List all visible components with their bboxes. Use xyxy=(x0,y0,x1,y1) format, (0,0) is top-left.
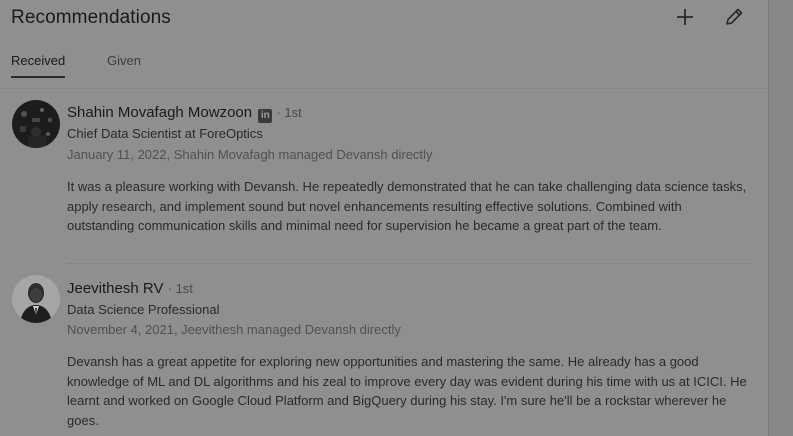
card-header: Recommendations xyxy=(11,4,756,34)
recommender-name-row: Jeevithesh RV · 1st xyxy=(67,280,193,297)
recommender-name-row: Shahin Movafagh Mowzoon in · 1st xyxy=(67,104,302,123)
divider xyxy=(67,263,752,264)
avatar[interactable] xyxy=(12,275,60,323)
connection-degree: · 1st xyxy=(167,281,193,296)
page-gutter xyxy=(769,0,793,436)
recommendations-card: Recommendations Received Given Shahin Mo… xyxy=(0,0,769,436)
linkedin-badge-icon: in xyxy=(258,109,273,123)
recommendation-tabs: Received Given xyxy=(0,44,768,89)
recommender-headline: Data Science Professional xyxy=(67,302,220,317)
recommendation-meta: January 11, 2022, Shahin Movafagh manage… xyxy=(67,147,433,162)
avatar-image xyxy=(12,100,60,148)
tab-received[interactable]: Received xyxy=(11,44,66,78)
tab-given[interactable]: Given xyxy=(107,44,141,87)
edit-recommendations-button[interactable] xyxy=(721,4,747,30)
recommendation-meta: November 4, 2021, Jeevithesh managed Dev… xyxy=(67,322,401,337)
avatar-image xyxy=(12,275,60,323)
connection-degree: · 1st xyxy=(276,105,302,120)
add-recommendation-button[interactable] xyxy=(672,4,698,30)
plus-icon xyxy=(677,9,693,25)
recommendation-text: It was a pleasure working with Devansh. … xyxy=(67,179,747,233)
pencil-icon xyxy=(726,8,743,25)
avatar[interactable] xyxy=(12,100,60,148)
recommendation-text: Devansh has a great appetite for explori… xyxy=(67,354,747,428)
recommender-name[interactable]: Shahin Movafagh Mowzoon xyxy=(67,104,252,121)
recommender-name[interactable]: Jeevithesh RV xyxy=(67,280,163,297)
recommender-headline: Chief Data Scientist at ForeOptics xyxy=(67,126,263,141)
section-title: Recommendations xyxy=(11,7,171,28)
